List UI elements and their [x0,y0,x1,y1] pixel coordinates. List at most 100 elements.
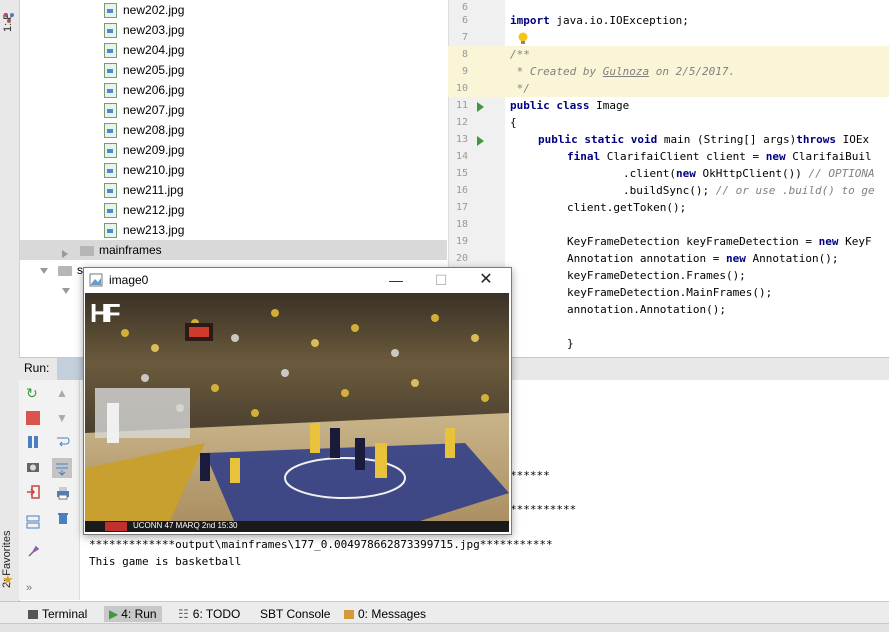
line-number: 11 [455,100,468,111]
wrap-icon[interactable] [56,435,70,449]
file-label: new211.jpg [123,183,184,197]
pause-icon[interactable] [26,435,40,449]
console-line: ****** [510,469,550,482]
layout-icon[interactable] [26,515,40,529]
scoreboard-text: UCONN 47 MARQ 2nd 15:30 [133,521,238,530]
folder-row: mainframes [80,240,162,260]
maximize-button[interactable]: ☐ [421,268,461,292]
tree-file[interactable]: new205.jpg [104,60,184,80]
image-file-icon [104,23,117,39]
window-titlebar[interactable]: image0 — ☐ ✕ [84,268,511,293]
tree-file[interactable]: new211.jpg [104,180,184,200]
line-number: 18 [455,219,468,230]
file-label: new208.jpg [123,123,185,137]
folder-icon [80,245,94,256]
code-line-23: keyFrameDetection.MainFrames(); [567,286,773,299]
file-label: new202.jpg [123,3,185,17]
tab-run[interactable]: ▶ 4: Run [104,606,162,622]
image-file-icon [104,223,117,239]
run-toolbar: ↻ » ▲ ▼ [19,380,80,600]
tool-window-bar: Terminal ▶ 4: Run ☷ 6: TODO SBT Console 0:… [0,601,889,624]
code-text: ClarifaiBuil [785,150,872,163]
line-number: 17 [455,202,468,213]
tree-file[interactable]: new203.jpg [104,20,184,40]
code-line-21: Annotation annotation = new Annotation()… [567,252,839,265]
more-icon[interactable]: » [26,582,40,596]
exit-icon[interactable] [26,485,40,499]
folder-icon [58,265,72,276]
keyword: final [567,150,601,163]
image-file-icon [104,103,117,119]
tree-file[interactable]: new213.jpg [104,220,184,240]
close-button[interactable]: ✕ [466,268,506,292]
line-number: 12 [455,117,468,128]
collapse-arrow-icon[interactable] [62,249,68,258]
tab-messages[interactable]: 0: Messages [344,606,426,622]
line-number: 10 [455,83,468,94]
tab-todo[interactable]: ☷ 6: TODO [178,606,240,622]
code-line-13: { [510,116,517,129]
code-line-6: import java.io.IOException; [510,14,689,27]
down-arrow-icon[interactable]: ▼ [56,411,70,425]
file-label: new210.jpg [123,163,185,177]
comment-text: * Created by [510,65,603,78]
line-number: 8 [461,49,468,60]
line-number: 14 [455,151,468,162]
image-file-icon [104,123,117,139]
app-icon [89,273,103,287]
trash-icon[interactable] [56,511,70,525]
code-line-10: * Created by Gulnoza on 2/5/2017. [510,65,736,78]
code-line-9: /** [510,48,530,61]
collapse-arrow-wrap [62,246,68,260]
tree-file[interactable]: new210.jpg [104,160,184,180]
run-config-tab[interactable] [57,358,83,380]
lightbulb-icon[interactable] [517,32,529,46]
left-tool-strip: 1: P 2: Favorites ★ [0,0,20,631]
file-label: new204.jpg [123,43,185,57]
tree-file[interactable]: new207.jpg [104,100,184,120]
image-file-icon [104,43,117,59]
tab-sbt-console[interactable]: SBT Console [260,606,330,622]
tab-label: 6: TODO [192,607,241,621]
image-file-icon [104,183,117,199]
tree-file[interactable]: new206.jpg [104,80,184,100]
expand-arrow-icon[interactable] [40,267,48,274]
rerun-icon[interactable]: ↻ [26,386,40,400]
camera-icon[interactable] [26,460,40,474]
star-icon[interactable]: ★ [2,573,16,587]
minimize-button[interactable]: — [376,268,416,292]
code-text: ClarifaiClient client = [600,150,766,163]
up-arrow-icon[interactable]: ▲ [56,386,70,400]
run-gutter-icon[interactable] [477,136,484,146]
tree-file[interactable]: new212.jpg [104,200,184,220]
stop-icon[interactable] [26,411,40,425]
code-text: .buildSync(); [623,184,716,197]
code-text: .client( [623,167,676,180]
tree-file[interactable]: new204.jpg [104,40,184,60]
line-number: 7 [461,32,468,43]
code-line-11: */ [510,82,530,95]
broadcast-logo: HF [90,298,121,328]
structure-icon[interactable] [3,12,15,24]
tree-row-partial-child[interactable] [62,280,70,300]
console-line: *************output\mainframes\177_0.004… [89,538,553,551]
code-line-15: final ClarifaiClient client = new Clarif… [567,150,872,163]
code-text: KeyFrameDetection keyFrameDetection = [567,235,819,248]
scroll-to-end-icon[interactable] [52,458,72,478]
image-file-icon [104,163,117,179]
pin-icon[interactable] [26,545,40,559]
run-gutter-icon[interactable] [477,102,484,112]
print-icon[interactable] [56,486,70,500]
image-viewer-window[interactable]: image0 — ☐ ✕ HF UCONN 47 MARQ 2nd 15:30 [83,267,512,535]
keyword: throws [796,133,837,146]
tree-file[interactable]: new209.jpg [104,140,184,160]
keyword: new [725,252,746,265]
tree-file[interactable]: new202.jpg [104,0,184,20]
tree-row-partial[interactable]: s [40,260,83,280]
tree-folder-mainframes[interactable]: mainframes [20,240,447,260]
code-text: KeyF [838,235,872,248]
tab-terminal[interactable]: Terminal [28,606,87,622]
run-panel-label: Run: [24,361,50,375]
tree-file[interactable]: new208.jpg [104,120,184,140]
expand-arrow-icon[interactable] [62,287,70,294]
